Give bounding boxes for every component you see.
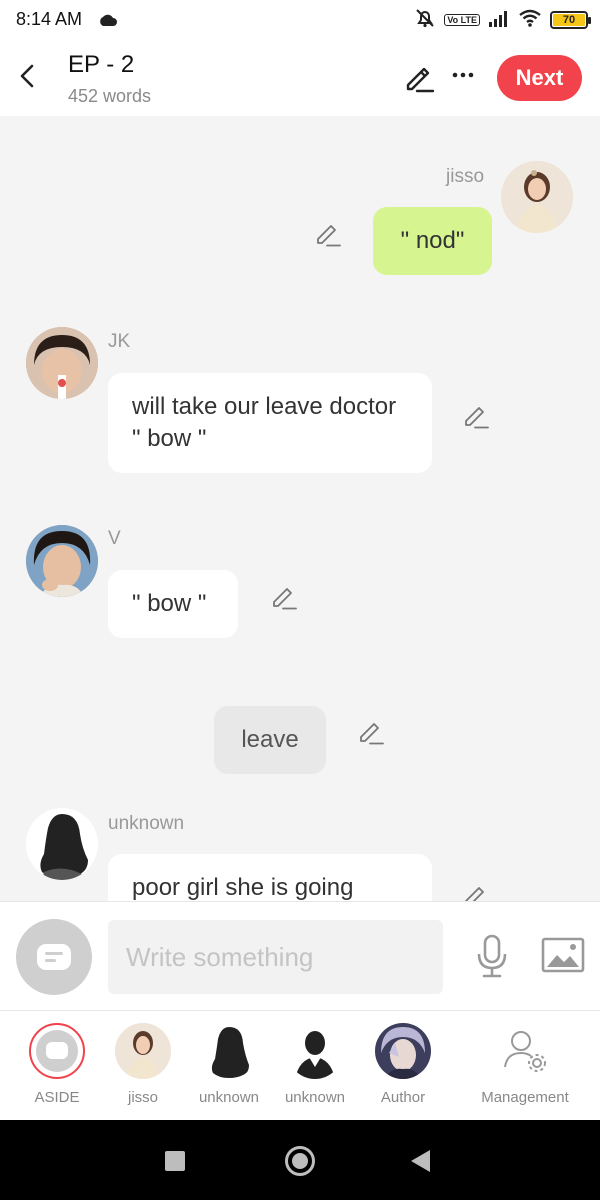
management-icon <box>497 1023 553 1079</box>
role-aside[interactable]: ASIDE <box>12 1023 102 1106</box>
chat-area[interactable]: jisso " nod" JK will take our leave doct… <box>0 116 600 901</box>
aside-bubble[interactable]: leave <box>214 706 326 774</box>
cloud-icon <box>98 13 118 31</box>
speaker-name: unknown <box>108 813 185 834</box>
next-button[interactable]: Next <box>497 55 582 101</box>
edit-message-icon[interactable] <box>462 402 490 430</box>
message-input[interactable] <box>108 920 443 994</box>
status-bar: 8:14 AM Vo LTE 70 <box>0 0 600 40</box>
edit-message-icon[interactable] <box>314 220 342 248</box>
mute-bell-icon <box>414 7 436 34</box>
edit-message-icon[interactable] <box>270 583 298 611</box>
more-options-icon[interactable] <box>450 60 476 90</box>
message-bubble[interactable]: " bow " <box>108 570 238 638</box>
speaker-name: jisso <box>446 166 485 187</box>
message-bubble[interactable]: poor girl she is going <box>108 854 432 901</box>
signal-icon <box>488 9 510 32</box>
lte-icon: Vo LTE <box>444 14 480 26</box>
role-author[interactable]: Author <box>358 1023 448 1106</box>
system-back-button[interactable] <box>411 1150 430 1172</box>
message-bubble[interactable]: " nod" <box>373 207 492 275</box>
wifi-icon <box>518 9 542 32</box>
word-count: 452 words <box>68 86 152 106</box>
chat-bubble-icon <box>37 944 71 970</box>
home-button[interactable] <box>285 1146 315 1176</box>
edit-message-icon[interactable] <box>462 882 490 901</box>
role-jisso[interactable]: jisso <box>98 1023 188 1106</box>
status-time: 8:14 AM <box>16 9 83 29</box>
role-management[interactable]: Management <box>476 1023 574 1106</box>
role-unknown-male[interactable]: unknown <box>270 1023 360 1106</box>
microphone-icon[interactable] <box>474 932 510 985</box>
avatar <box>375 1023 431 1079</box>
recents-button[interactable] <box>165 1151 185 1171</box>
image-icon[interactable] <box>541 937 585 978</box>
avatar <box>201 1023 257 1079</box>
aside-toggle-button[interactable] <box>16 919 92 995</box>
jk-avatar[interactable] <box>26 327 98 399</box>
system-nav-bar <box>0 1120 600 1200</box>
episode-header: EP - 2 452 words Next <box>0 40 600 116</box>
unknown-avatar[interactable] <box>26 808 98 880</box>
speaker-name: JK <box>108 331 131 352</box>
role-selector: ASIDE jisso unknown unknown Author Manag… <box>0 1011 600 1120</box>
aside-role-icon <box>29 1023 85 1079</box>
episode-title: EP - 2 <box>68 51 135 78</box>
battery-icon: 70 <box>550 11 591 29</box>
back-button[interactable] <box>14 60 42 92</box>
role-unknown-female[interactable]: unknown <box>184 1023 274 1106</box>
compose-bar <box>0 901 600 1011</box>
status-icons: Vo LTE 70 <box>414 7 591 34</box>
edit-title-button[interactable] <box>402 60 436 99</box>
speaker-name: V <box>108 528 121 549</box>
v-avatar[interactable] <box>26 525 98 597</box>
avatar <box>115 1023 171 1079</box>
edit-message-icon[interactable] <box>357 718 385 746</box>
avatar <box>287 1023 343 1079</box>
jisso-avatar[interactable] <box>501 161 573 233</box>
message-bubble[interactable]: will take our leave doctor " bow " <box>108 373 432 473</box>
